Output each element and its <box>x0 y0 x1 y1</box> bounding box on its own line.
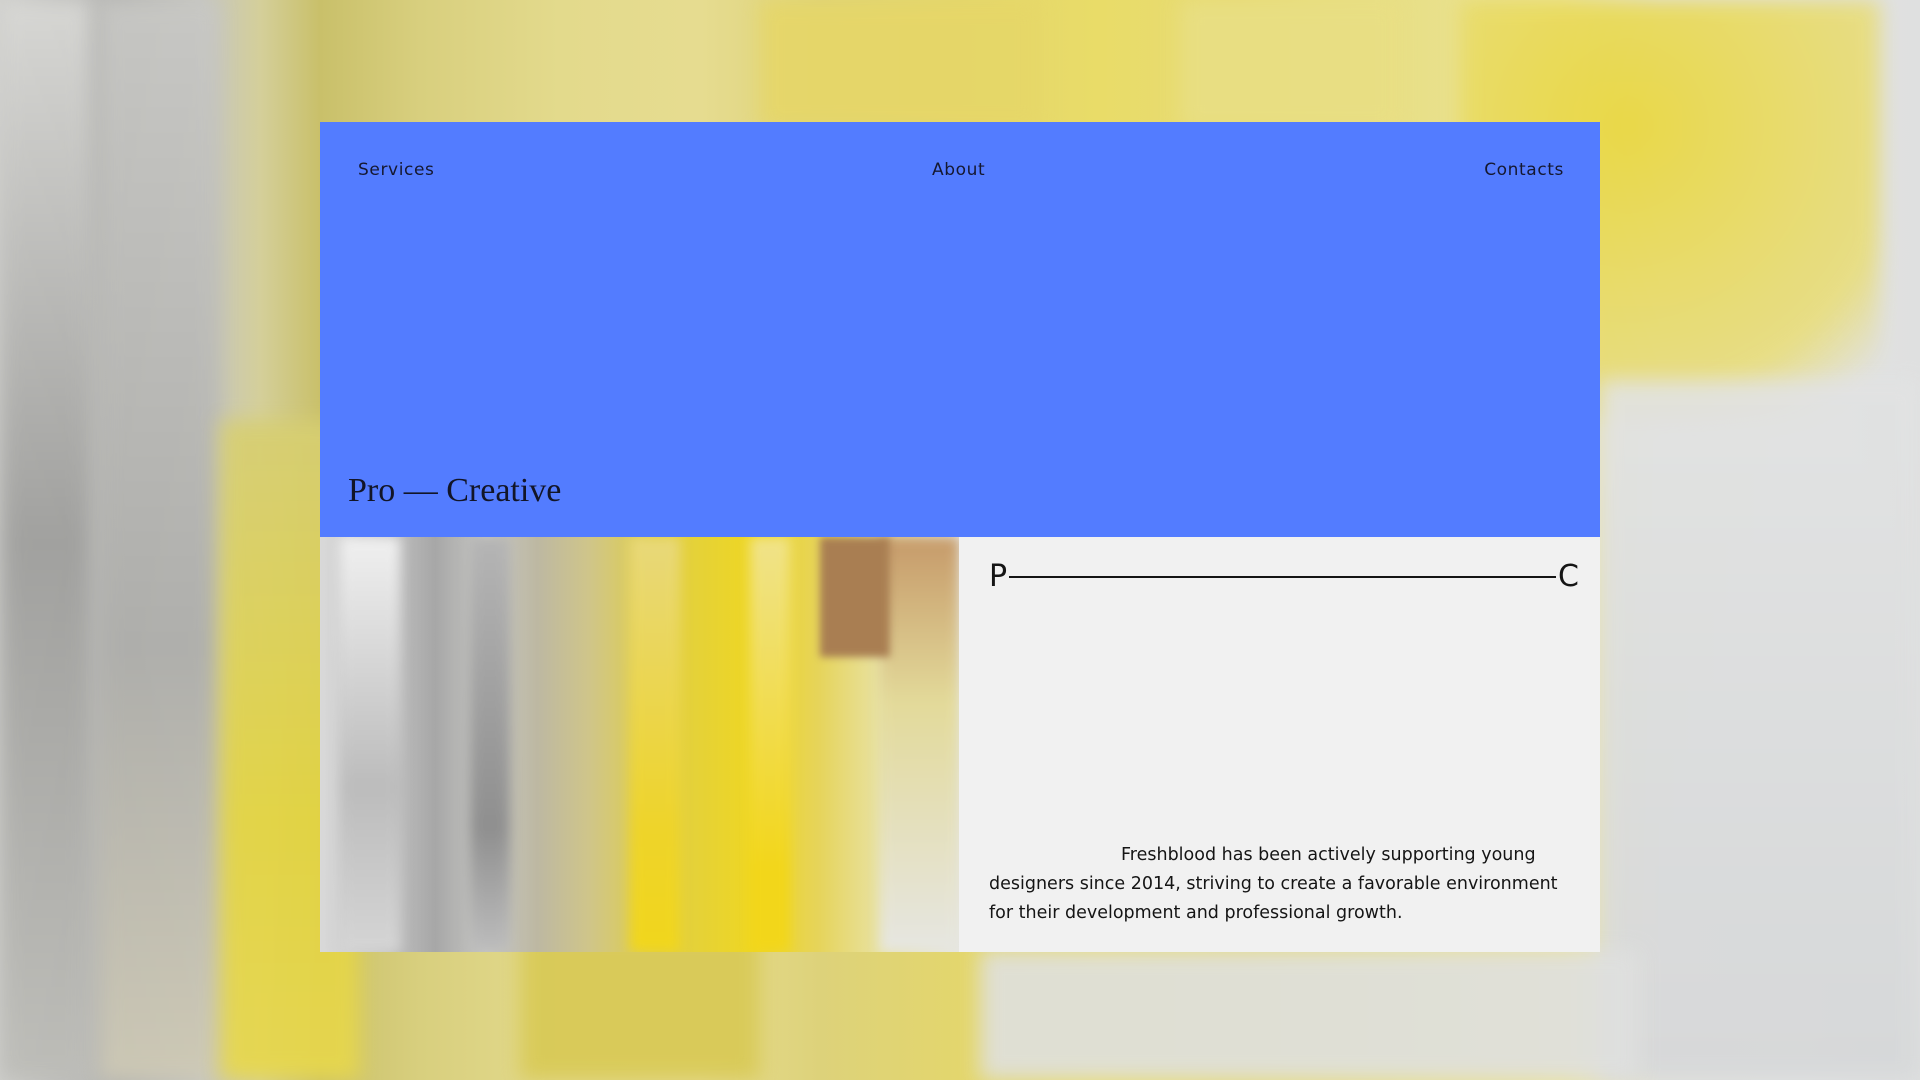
description-text: Freshblood has been actively supporting … <box>989 845 1558 923</box>
main-card: Services About Contacts Pro — Creative P… <box>320 122 1600 952</box>
artwork-stroke <box>880 537 959 952</box>
artwork-stroke <box>340 537 400 952</box>
nav-link-about[interactable]: About <box>932 160 985 180</box>
background-stroke <box>1180 0 1400 130</box>
hero-section: Services About Contacts Pro — Creative <box>320 122 1600 537</box>
connector-line <box>1009 576 1557 578</box>
start-letter: P <box>989 559 1008 594</box>
artwork-stroke <box>750 537 790 952</box>
p-to-c-line: P C <box>989 559 1579 595</box>
artwork-stroke <box>630 537 680 952</box>
background-stroke <box>520 930 760 1080</box>
artwork-stroke <box>470 537 510 952</box>
artwork-stroke <box>820 537 890 657</box>
info-panel: P C Freshblood has been actively support… <box>959 537 1600 952</box>
page-title: Pro — Creative <box>348 472 562 509</box>
end-letter: C <box>1558 559 1579 594</box>
background-stroke <box>980 950 1640 1080</box>
background-stroke <box>100 0 220 1080</box>
background-stroke <box>0 0 90 1080</box>
nav-link-services[interactable]: Services <box>358 160 435 180</box>
background-stroke <box>760 0 1040 130</box>
artwork-image <box>320 537 959 952</box>
background-stroke <box>1600 380 1920 1080</box>
nav-link-contacts[interactable]: Contacts <box>1484 160 1564 180</box>
